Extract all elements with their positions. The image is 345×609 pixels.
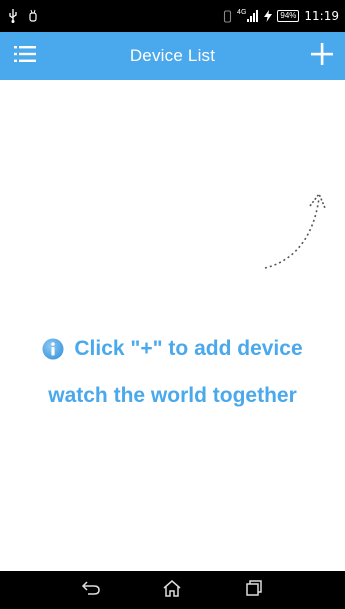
info-icon: [42, 338, 64, 360]
hint-text-line-1: Click "+" to add device: [74, 337, 303, 360]
battery-icon: 94%: [277, 10, 300, 22]
network-badge: 4G: [237, 8, 247, 16]
clock: 11:19: [304, 9, 339, 23]
status-bar: 4G 94% 11:19: [0, 0, 345, 32]
recent-apps-button[interactable]: [234, 575, 274, 605]
app-header: Device List: [0, 32, 345, 80]
home-icon: [162, 579, 182, 602]
screen: 4G 94% 11:19 Device List Click "+" to ad…: [0, 0, 345, 609]
battery-level: 94%: [280, 11, 297, 20]
home-button[interactable]: [152, 575, 192, 605]
hint-line-1: Click "+" to add device: [0, 332, 345, 366]
page-title: Device List: [129, 46, 216, 65]
back-button[interactable]: [71, 575, 111, 605]
device-list-content: Click "+" to add device watch the world …: [0, 80, 345, 571]
status-left: [8, 9, 38, 23]
usb-icon: [8, 9, 18, 23]
hint-text-line-2: watch the world together: [48, 384, 297, 407]
back-icon: [81, 580, 101, 601]
dotted-arrow-icon: [255, 180, 335, 280]
status-right: 4G 94% 11:19: [223, 9, 339, 23]
vibrate-icon: [223, 9, 232, 23]
menu-button[interactable]: [8, 40, 42, 72]
plus-icon: [311, 42, 333, 70]
android-debug-icon: [28, 9, 38, 23]
empty-state-hint: Click "+" to add device watch the world …: [0, 332, 345, 411]
system-nav-bar: [0, 571, 345, 609]
recent-apps-icon: [245, 579, 263, 602]
hamburger-menu-icon: [14, 45, 36, 68]
charging-icon: [264, 10, 273, 22]
add-device-button[interactable]: [305, 38, 339, 74]
signal-icon: 4G: [237, 8, 259, 22]
